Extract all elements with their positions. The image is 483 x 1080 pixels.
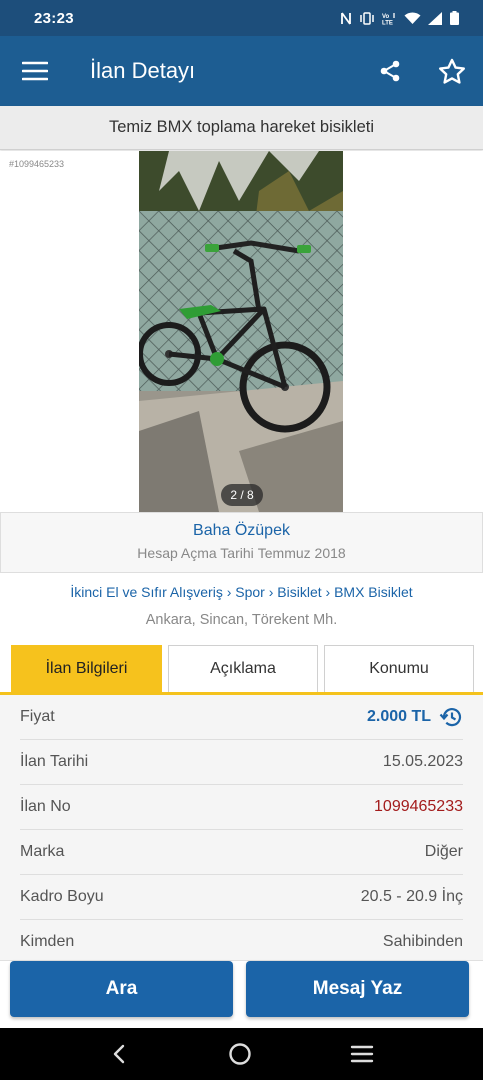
tab-aciklama[interactable]: Açıklama (168, 645, 318, 692)
date-label: İlan Tarihi (20, 753, 89, 770)
listing-no-value: 1099465233 (374, 798, 463, 815)
seller-since-value: Temmuz 2018 (257, 545, 346, 561)
listing-no-label: İlan No (20, 798, 71, 815)
price-history-icon[interactable] (439, 706, 463, 728)
tab-konumu[interactable]: Konumu (324, 645, 474, 692)
price-label: Fiyat (20, 708, 55, 725)
photo-counter: 2 / 8 (221, 484, 263, 506)
system-nav-bar (0, 1028, 483, 1080)
from-value: Sahibinden (382, 933, 463, 950)
photo-gallery[interactable]: #1099465233 2 / 8 (0, 151, 483, 512)
send-message-button[interactable]: Mesaj Yaz (246, 961, 469, 1017)
star-outline-icon (439, 58, 465, 84)
tab-ilan-bilgileri[interactable]: İlan Bilgileri (11, 645, 162, 692)
brand-value: Diğer (424, 843, 463, 860)
svg-text:Vo: Vo (382, 14, 390, 20)
info-list: Fiyat 2.000 TL İlan Tarihi 15.05.2023 İl… (0, 695, 483, 960)
date-value: 15.05.2023 (382, 753, 463, 770)
hamburger-icon (22, 61, 48, 81)
brand-label: Marka (20, 843, 65, 860)
info-row-from: Kimden Sahibinden (20, 920, 463, 960)
status-icons: Vo LTE (340, 11, 459, 25)
status-bar: 23:23 Vo LTE (0, 0, 483, 36)
price-value: 2.000 TL (367, 706, 463, 728)
detail-tabs: İlan Bilgileri Açıklama Konumu (0, 645, 483, 695)
nfc-icon (341, 11, 351, 25)
seller-since: Hesap Açma Tarihi Temmuz 2018 (1, 545, 482, 561)
seller-card[interactable]: Baha Özüpek Hesap Açma Tarihi Temmuz 2018 (0, 512, 483, 573)
signal-icon (428, 11, 442, 25)
vibrate-icon (360, 11, 374, 25)
listing-id-tag: #1099465233 (9, 159, 65, 169)
info-row-price: Fiyat 2.000 TL (20, 695, 463, 740)
favorite-button[interactable] (421, 36, 483, 106)
info-row-date: İlan Tarihi 15.05.2023 (20, 740, 463, 785)
from-label: Kimden (20, 933, 75, 950)
frame-size-value: 20.5 - 20.9 İnç (360, 888, 463, 905)
frame-size-label: Kadro Boyu (20, 888, 104, 905)
battery-icon (450, 11, 459, 25)
home-icon[interactable] (228, 1042, 252, 1066)
app-bar: İlan Detayı (0, 36, 483, 106)
seller-name[interactable]: Baha Özüpek (1, 522, 482, 540)
svg-text:LTE: LTE (382, 20, 393, 25)
listing-title: Temiz BMX toplama hareket bisikleti (0, 106, 483, 150)
status-time: 23:23 (34, 9, 74, 27)
back-icon[interactable] (109, 1043, 131, 1065)
bottom-action-bar: Ara Mesaj Yaz (0, 960, 483, 1028)
listing-photo[interactable] (139, 151, 343, 512)
recents-icon[interactable] (350, 1044, 374, 1064)
category-breadcrumb[interactable]: İkinci El ve Sıfır Alışveriş › Spor › Bi… (0, 584, 483, 600)
info-row-brand: Marka Diğer (20, 830, 463, 875)
page-title: İlan Detayı (90, 58, 196, 83)
info-row-listing-no: İlan No 1099465233 (20, 785, 463, 830)
volte-icon: VoLTE (382, 12, 395, 25)
share-button[interactable] (359, 36, 421, 106)
menu-button[interactable] (0, 36, 70, 106)
seller-since-label: Hesap Açma Tarihi (137, 545, 254, 561)
wifi-icon (404, 12, 421, 24)
listing-location: Ankara, Sincan, Törekent Mh. (145, 612, 338, 628)
info-row-frame-size: Kadro Boyu 20.5 - 20.9 İnç (20, 875, 463, 920)
share-icon (380, 60, 400, 82)
call-button[interactable]: Ara (10, 961, 233, 1017)
bicycle-photo (139, 151, 343, 512)
price-amount: 2.000 TL (366, 708, 431, 725)
